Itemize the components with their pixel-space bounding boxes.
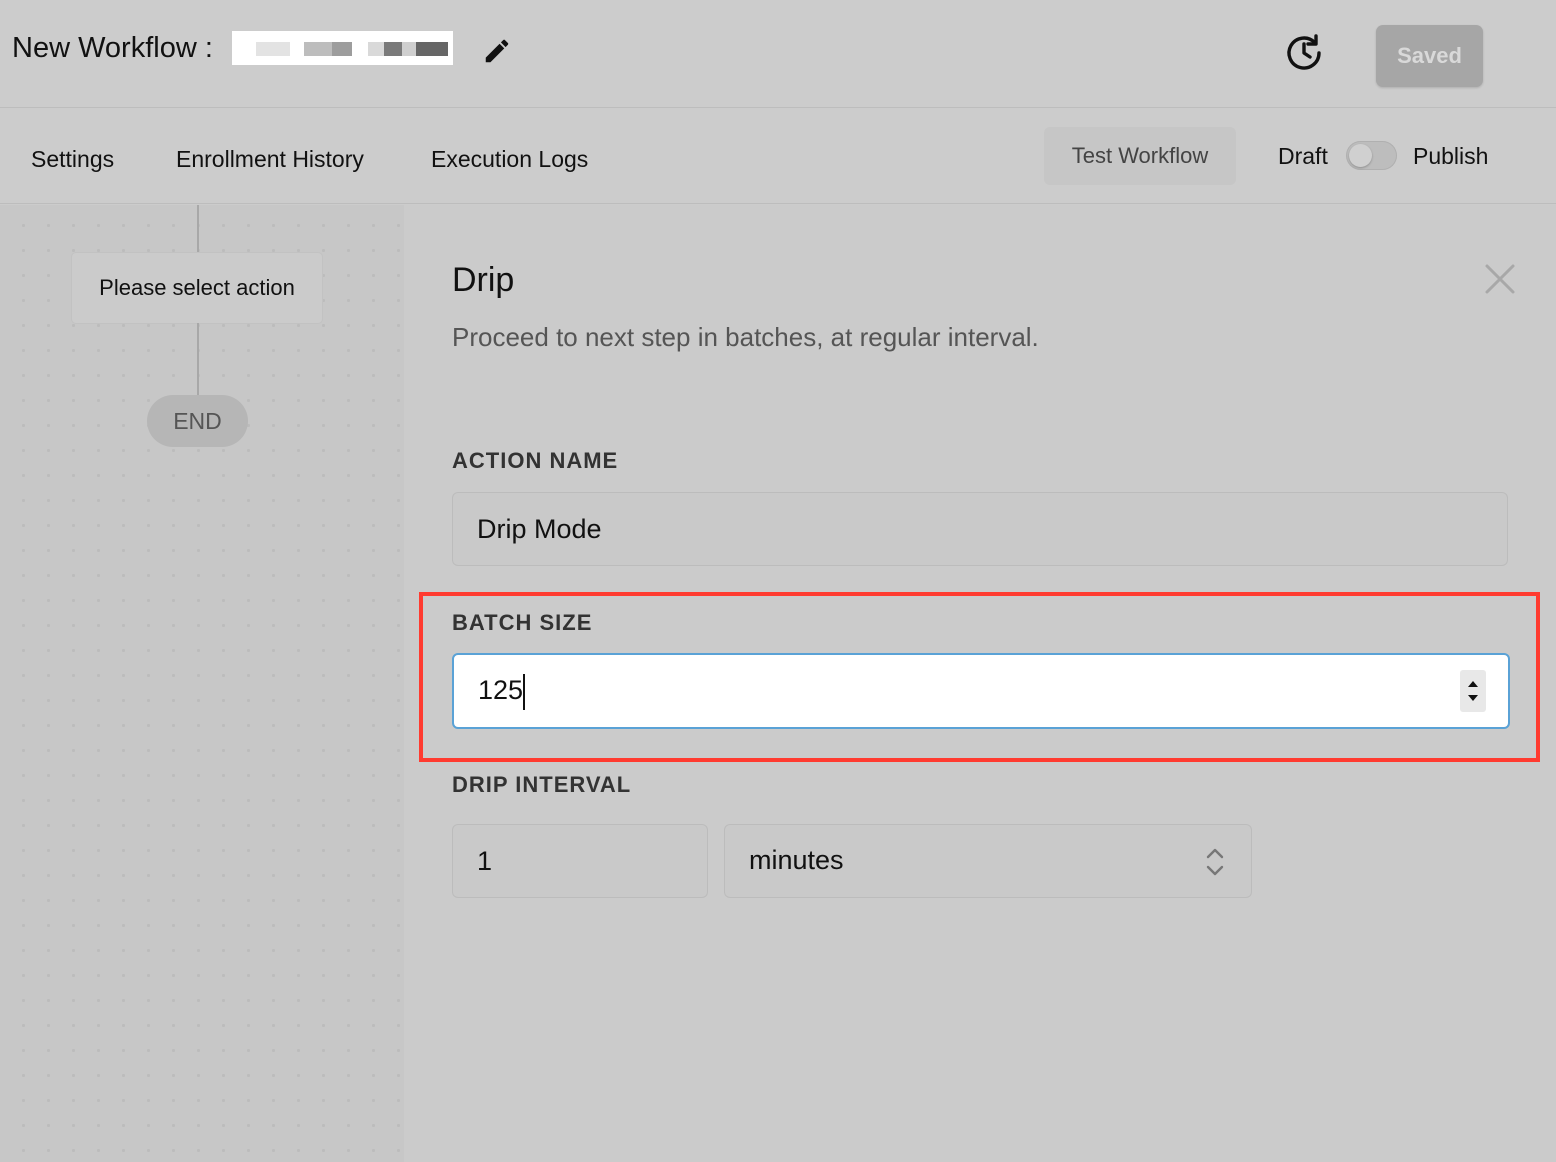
batch-size-value: 125: [478, 675, 524, 705]
action-name-input[interactable]: [452, 492, 1508, 566]
pencil-icon[interactable]: [482, 36, 512, 66]
drip-interval-input[interactable]: [452, 824, 708, 898]
connector-line: [197, 323, 199, 395]
action-name-label: ACTION NAME: [452, 448, 619, 473]
workflow-canvas[interactable]: Please select action END: [0, 205, 404, 1162]
action-node[interactable]: Please select action: [72, 253, 322, 323]
publish-label: Publish: [1413, 143, 1489, 169]
draft-label: Draft: [1278, 143, 1328, 169]
connector-line: [197, 205, 199, 253]
history-icon[interactable]: [1283, 32, 1325, 74]
drip-interval-label: DRIP INTERVAL: [452, 772, 632, 797]
drip-interval-unit-value: minutes: [749, 845, 844, 875]
workflow-header: New Workflow : Saved: [0, 0, 1556, 108]
tab-settings[interactable]: Settings: [31, 146, 114, 173]
text-caret: [523, 674, 525, 710]
workflow-name-redacted: [232, 31, 453, 65]
saved-button[interactable]: Saved: [1376, 25, 1483, 87]
panel-description: Proceed to next step in batches, at regu…: [452, 322, 1039, 352]
test-workflow-button[interactable]: Test Workflow: [1044, 127, 1236, 185]
drip-interval-unit-select[interactable]: minutes: [724, 824, 1252, 898]
workflow-title: New Workflow :: [12, 32, 213, 64]
tab-execution-logs[interactable]: Execution Logs: [431, 146, 588, 173]
close-icon[interactable]: [1484, 263, 1516, 295]
panel-title: Drip: [452, 261, 515, 299]
toggle-knob: [1349, 144, 1372, 167]
number-spinner-icon[interactable]: [1460, 670, 1486, 712]
batch-size-input[interactable]: 125: [452, 653, 1510, 729]
batch-size-label: BATCH SIZE: [452, 610, 593, 635]
chevron-up-down-icon: [1206, 848, 1224, 876]
publish-toggle[interactable]: [1346, 141, 1397, 170]
end-node: END: [147, 395, 248, 447]
workflow-nav: Settings Enrollment History Execution Lo…: [0, 108, 1556, 204]
tab-enrollment-history[interactable]: Enrollment History: [176, 146, 364, 173]
